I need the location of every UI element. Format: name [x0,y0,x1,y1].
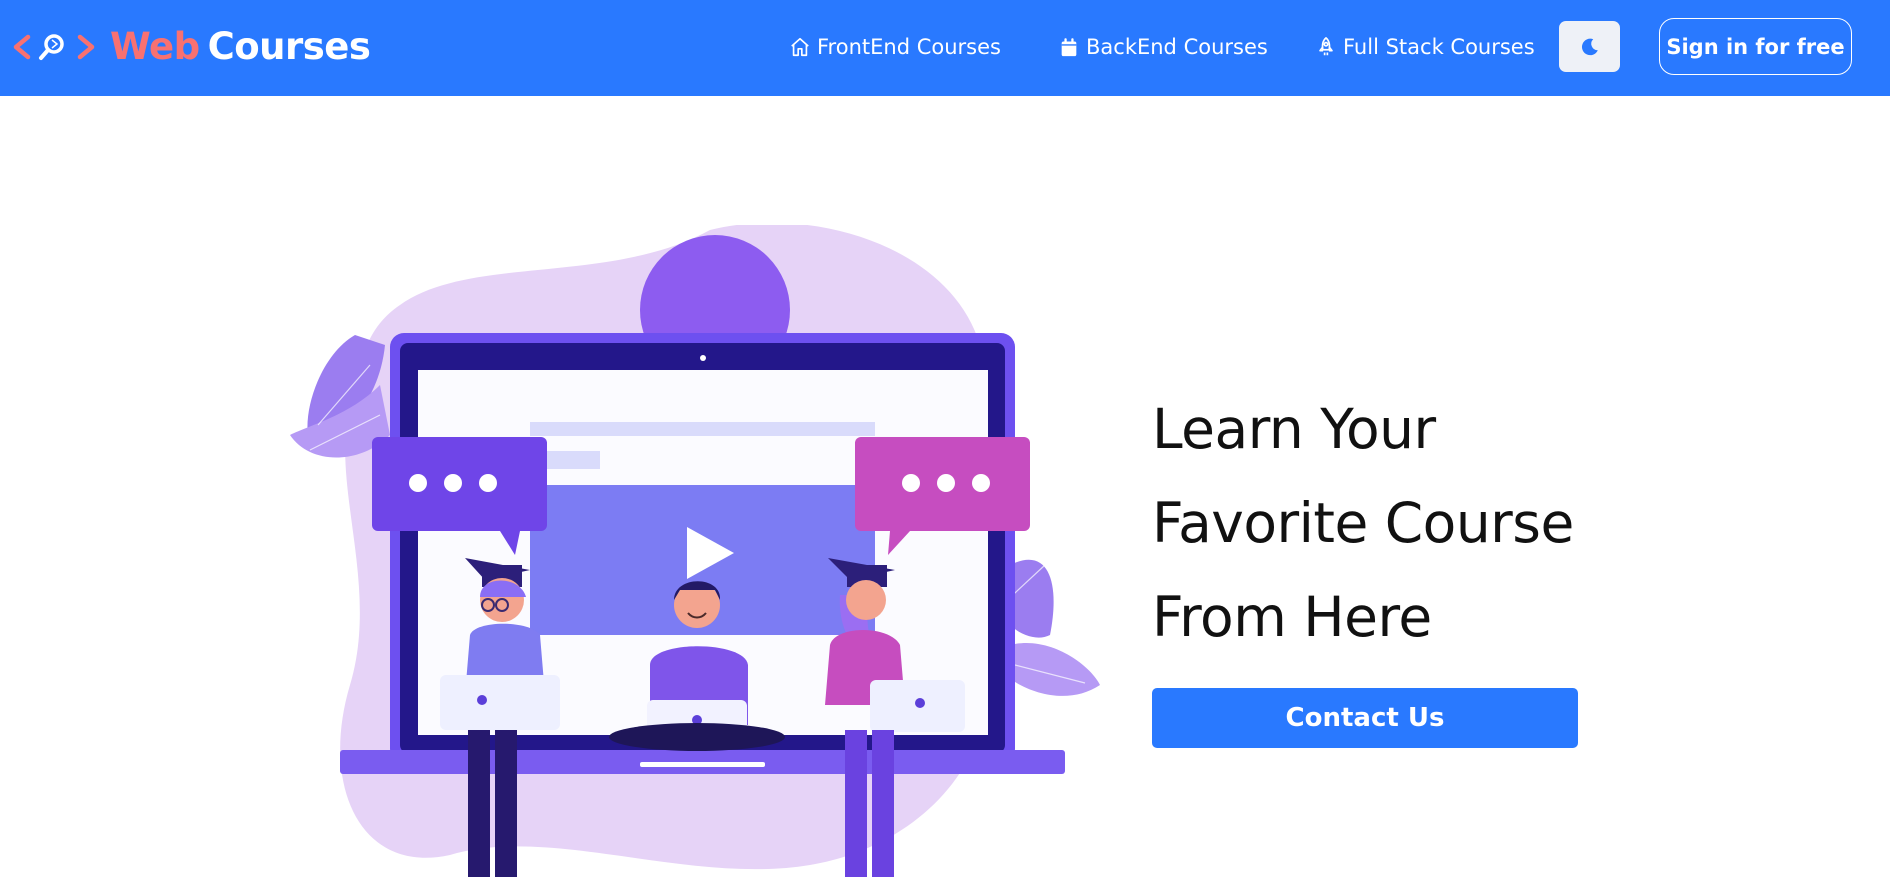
brand-name-courses: Courses [207,25,371,68]
contact-us-button[interactable]: Contact Us [1152,688,1578,748]
hero-title: Learn Your Favorite Course From Here [1152,382,1632,664]
home-icon [791,37,809,57]
brand-name-web: Web [110,25,200,68]
nav-link-label: BackEnd Courses [1086,35,1268,59]
moon-icon [1581,38,1598,55]
calendar-icon [1061,38,1077,57]
nav-link-label: Full Stack Courses [1343,35,1535,59]
online-course-illustration [290,225,1100,877]
hero-title-line: From Here [1152,585,1432,649]
hero-title-line: Favorite Course [1152,491,1574,555]
nav-link-label: FrontEnd Courses [817,35,1001,59]
brand-name: Web Courses [110,23,371,71]
nav-link-full-stack-courses[interactable]: Full Stack Courses [1315,30,1535,64]
hero-title-line: Learn Your [1152,397,1436,461]
nav-link-frontend-courses[interactable]: FrontEnd Courses [789,30,1001,64]
theme-toggle-button[interactable] [1559,21,1620,72]
rocket-icon [1319,37,1333,56]
sign-in-button[interactable]: Sign in for free [1659,18,1852,75]
navbar: Web Courses FrontEnd Courses BackEnd Cour… [0,0,1890,96]
nav-link-backend-courses[interactable]: BackEnd Courses [1058,30,1268,64]
brand-logo[interactable]: Web Courses [12,22,371,72]
code-search-logo-icon [13,34,95,60]
